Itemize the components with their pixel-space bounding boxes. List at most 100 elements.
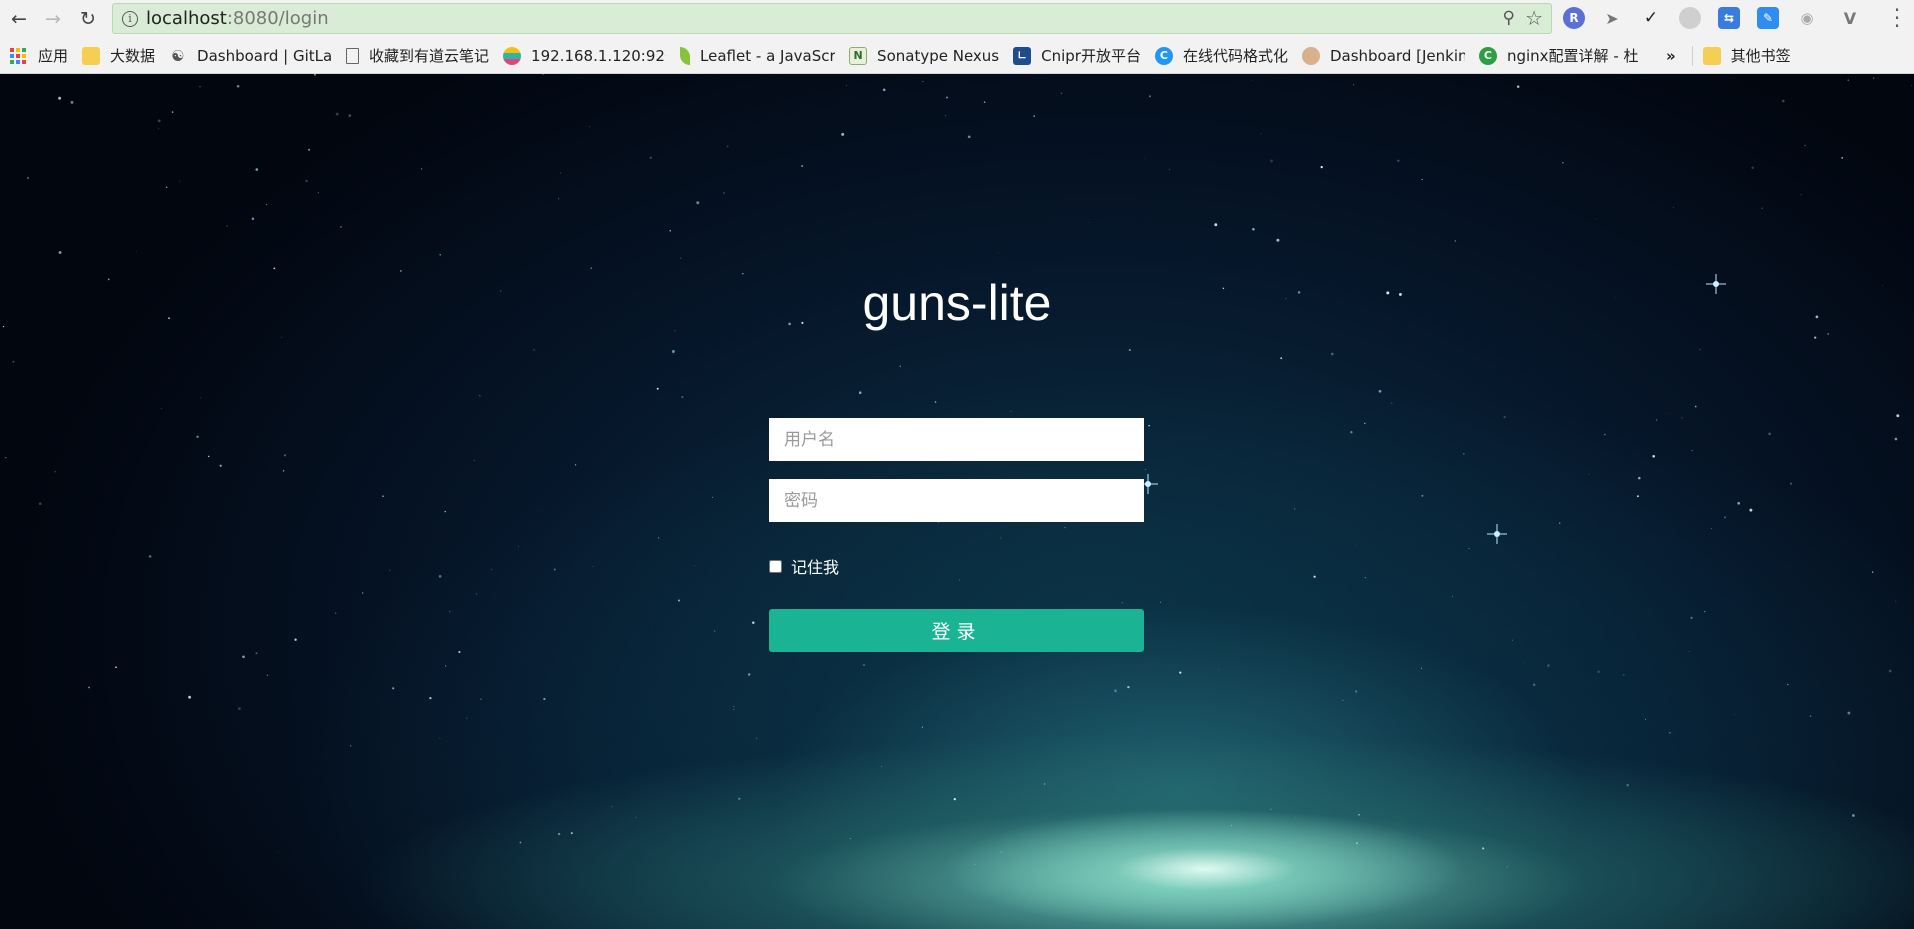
extension-blue-icon[interactable]: ✎ — [1757, 7, 1779, 29]
bookmarks-overflow-button[interactable]: » — [1666, 47, 1676, 65]
password-input[interactable] — [769, 479, 1144, 522]
star — [974, 863, 976, 865]
star — [1827, 333, 1830, 335]
star — [1330, 352, 1334, 356]
star — [238, 707, 241, 710]
star — [400, 270, 402, 272]
star — [1782, 99, 1785, 103]
star — [846, 84, 847, 86]
extension-translate-icon[interactable]: ⇆ — [1718, 7, 1740, 29]
browser-menu-icon[interactable]: · · · — [1890, 0, 1904, 36]
star — [1468, 548, 1470, 550]
star — [1148, 424, 1150, 427]
star — [680, 257, 682, 259]
url-text[interactable]: localhost:8080/login — [146, 8, 329, 29]
star — [54, 470, 57, 473]
page-title: guns-lite — [862, 275, 1052, 331]
bookmark-apps[interactable]: 应用 — [10, 45, 68, 66]
star — [1355, 842, 1358, 845]
star — [207, 455, 210, 458]
star — [1847, 79, 1850, 81]
star — [188, 695, 192, 699]
star — [1895, 600, 1897, 602]
bookmark-cnipr[interactable]: ∟ Cnipr开放平台 — [1013, 45, 1141, 66]
star — [681, 395, 684, 399]
star — [1397, 159, 1400, 163]
star — [671, 350, 675, 353]
remember-me-checkbox[interactable] — [769, 559, 782, 573]
bookmark-leaflet[interactable]: Leaflet - a JavaScript — [680, 46, 836, 65]
login-button[interactable]: 登录 — [769, 609, 1144, 652]
bookmark-label: nginx配置详解 - 杜 — [1506, 47, 1639, 65]
star — [1669, 413, 1671, 415]
star — [1270, 808, 1272, 810]
bookmark-nginx[interactable]: C nginx配置详解 - 杜 — [1478, 45, 1652, 66]
star — [694, 565, 695, 567]
extension-cursor-icon[interactable]: ➤ — [1601, 7, 1623, 29]
bookmark-jenkins[interactable]: Dashboard [Jenkins] — [1301, 46, 1465, 65]
bookmark-elastic[interactable]: 192.168.1.120:9200 — [503, 46, 666, 65]
bookmark-gitlab[interactable]: ☯ Dashboard | GitLab — [169, 47, 332, 65]
star — [313, 74, 317, 76]
star — [1645, 718, 1647, 720]
star — [1350, 431, 1353, 434]
star — [340, 226, 342, 228]
forward-button[interactable]: → — [40, 6, 66, 32]
extension-r-icon[interactable]: R — [1563, 7, 1585, 29]
star — [1088, 221, 1090, 223]
remember-me-label: 记住我 — [791, 558, 840, 577]
bookmark-nexus[interactable]: N Sonatype Nexus — [849, 46, 1000, 65]
star — [1231, 824, 1233, 826]
site-info-icon[interactable]: i — [122, 10, 138, 27]
bookmark-label: Sonatype Nexus — [877, 46, 1000, 65]
star — [1252, 79, 1253, 81]
bookmark-formatter[interactable]: C 在线代码格式化 — [1154, 45, 1288, 66]
username-input[interactable] — [769, 418, 1144, 461]
login-page: guns-lite 记住我 登录 — [0, 74, 1914, 929]
star — [226, 225, 228, 227]
star — [711, 496, 714, 499]
browser-chrome: ← → ↻ i localhost:8080/login ⚲ ☆ R ➤ ✓ ⇆… — [0, 0, 1914, 74]
star — [362, 592, 364, 594]
star — [179, 180, 181, 182]
bookmark-other[interactable]: 其他书签 — [1702, 45, 1791, 66]
key-icon[interactable]: ⚲ — [1503, 8, 1515, 28]
reload-button[interactable]: ↻ — [75, 6, 101, 32]
star — [858, 391, 862, 394]
back-button[interactable]: ← — [6, 6, 32, 32]
bookmark-youdao[interactable]: 收藏到有道云笔记 — [346, 45, 489, 66]
star — [449, 611, 451, 613]
star — [335, 612, 337, 614]
bookmark-label: Leaflet - a JavaScript — [700, 46, 836, 65]
star — [439, 253, 442, 256]
remember-me[interactable]: 记住我 — [769, 554, 839, 578]
star — [1179, 671, 1182, 674]
star — [1711, 528, 1712, 530]
star — [349, 745, 352, 747]
star — [921, 726, 923, 728]
star — [1910, 84, 1912, 86]
star — [1121, 601, 1124, 604]
star — [420, 168, 423, 170]
star — [444, 510, 446, 513]
star — [38, 502, 42, 506]
star — [438, 575, 442, 578]
extension-gray-icon[interactable] — [1679, 7, 1701, 29]
star — [519, 841, 522, 844]
star — [1547, 664, 1550, 667]
star — [1847, 711, 1851, 715]
bookmark-star-icon[interactable]: ☆ — [1525, 6, 1543, 30]
star — [466, 717, 468, 719]
extension-weibo-icon[interactable]: ◉ — [1796, 7, 1818, 29]
folder-icon — [1702, 46, 1721, 65]
leaflet-icon — [680, 46, 691, 65]
extension-bolt-icon[interactable]: ✓ — [1640, 7, 1662, 29]
star — [542, 74, 545, 75]
nginx-icon: C — [1478, 46, 1497, 65]
address-bar[interactable]: i localhost:8080/login ⚲ ☆ — [112, 3, 1552, 34]
bookmark-folder-bigdata[interactable]: 大数据 — [82, 45, 155, 66]
star — [696, 201, 700, 205]
star — [1485, 809, 1487, 810]
extension-v-icon[interactable]: V — [1839, 7, 1861, 29]
cnipr-icon: ∟ — [1013, 46, 1032, 65]
